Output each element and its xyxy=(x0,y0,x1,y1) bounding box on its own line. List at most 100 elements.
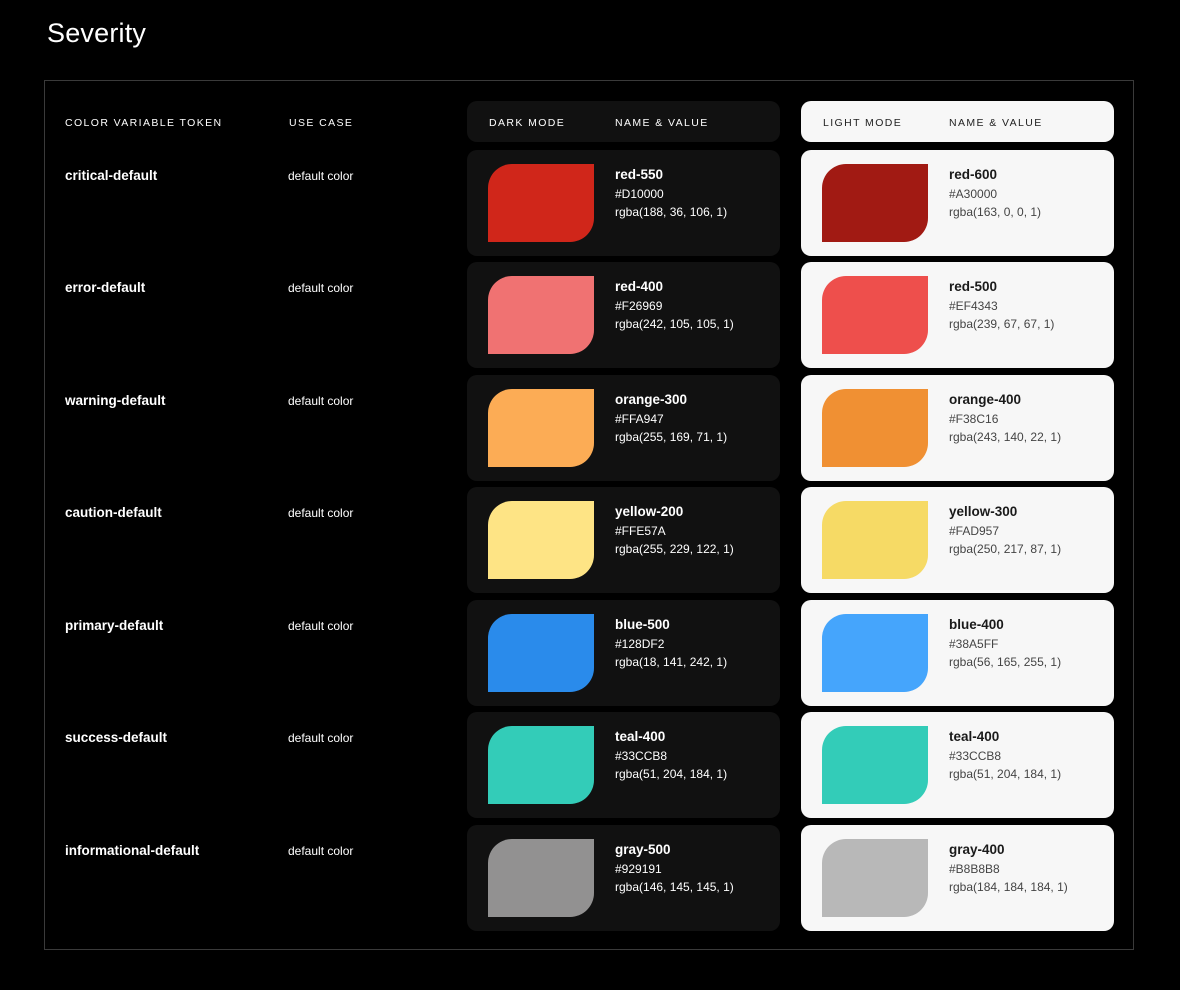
light-mode-card: teal-400 #33CCB8 rgba(51, 204, 184, 1) xyxy=(801,712,1114,818)
token-name: primary-default xyxy=(65,618,164,633)
light-color-hex: #33CCB8 xyxy=(949,749,1002,763)
dark-color-rgba: rgba(255, 229, 122, 1) xyxy=(615,542,734,556)
dark-mode-card: gray-500 #929191 rgba(146, 145, 145, 1) xyxy=(467,825,780,931)
light-color-rgba: rgba(250, 217, 87, 1) xyxy=(949,542,1062,556)
header-dark-name-value: NAME & VALUE xyxy=(615,117,709,129)
light-mode-card: gray-400 #B8B8B8 rgba(184, 184, 184, 1) xyxy=(801,825,1114,931)
light-color-swatch xyxy=(822,839,928,917)
dark-color-hex: #FFA947 xyxy=(615,412,664,426)
severity-table: COLOR VARIABLE TOKEN USE CASE DARK MODE … xyxy=(44,80,1134,950)
table-row: informational-default default color gray… xyxy=(45,825,1133,931)
light-color-hex: #EF4343 xyxy=(949,299,998,313)
dark-mode-card: red-550 #D10000 rgba(188, 36, 106, 1) xyxy=(467,150,780,256)
header-light-name-value: NAME & VALUE xyxy=(949,117,1043,129)
dark-mode-card: teal-400 #33CCB8 rgba(51, 204, 184, 1) xyxy=(467,712,780,818)
token-name: informational-default xyxy=(65,843,200,858)
light-mode-card: yellow-300 #FAD957 rgba(250, 217, 87, 1) xyxy=(801,487,1114,593)
dark-color-rgba: rgba(146, 145, 145, 1) xyxy=(615,880,734,894)
use-case: default color xyxy=(288,394,354,408)
dark-color-hex: #128DF2 xyxy=(615,637,665,651)
light-color-swatch xyxy=(822,501,928,579)
token-name: warning-default xyxy=(65,393,166,408)
dark-color-name: gray-500 xyxy=(615,842,671,857)
light-color-name: red-600 xyxy=(949,167,998,182)
light-color-swatch xyxy=(822,614,928,692)
light-color-hex: #FAD957 xyxy=(949,524,1000,538)
dark-color-swatch xyxy=(488,389,594,467)
dark-color-hex: #D10000 xyxy=(615,187,664,201)
light-color-hex: #A30000 xyxy=(949,187,998,201)
light-color-name: yellow-300 xyxy=(949,504,1018,519)
use-case: default color xyxy=(288,844,354,858)
light-mode-header: LIGHT MODE NAME & VALUE xyxy=(801,101,1114,142)
light-color-swatch xyxy=(822,276,928,354)
table-row: warning-default default color orange-300… xyxy=(45,375,1133,481)
use-case: default color xyxy=(288,169,354,183)
dark-color-name: red-550 xyxy=(615,167,664,182)
header-light-mode: LIGHT MODE xyxy=(823,117,903,129)
light-color-name: orange-400 xyxy=(949,392,1022,407)
dark-mode-card: red-400 #F26969 rgba(242, 105, 105, 1) xyxy=(467,262,780,368)
dark-color-hex: #33CCB8 xyxy=(615,749,668,763)
table-row: error-default default color red-400 #F26… xyxy=(45,262,1133,368)
light-mode-card: blue-400 #38A5FF rgba(56, 165, 255, 1) xyxy=(801,600,1114,706)
token-name: caution-default xyxy=(65,505,162,520)
dark-color-rgba: rgba(51, 204, 184, 1) xyxy=(615,767,728,781)
dark-mode-card: blue-500 #128DF2 rgba(18, 141, 242, 1) xyxy=(467,600,780,706)
light-color-rgba: rgba(239, 67, 67, 1) xyxy=(949,317,1055,331)
table-row: caution-default default color yellow-200… xyxy=(45,487,1133,593)
header-token: COLOR VARIABLE TOKEN xyxy=(65,117,223,129)
dark-color-name: orange-300 xyxy=(615,392,688,407)
dark-color-swatch xyxy=(488,164,594,242)
dark-color-name: yellow-200 xyxy=(615,504,684,519)
dark-mode-card: yellow-200 #FFE57A rgba(255, 229, 122, 1… xyxy=(467,487,780,593)
light-color-rgba: rgba(243, 140, 22, 1) xyxy=(949,430,1062,444)
header-use-case: USE CASE xyxy=(289,117,354,129)
dark-color-name: blue-500 xyxy=(615,617,670,632)
light-color-rgba: rgba(56, 165, 255, 1) xyxy=(949,655,1062,669)
light-color-name: red-500 xyxy=(949,279,998,294)
token-name: success-default xyxy=(65,730,168,745)
dark-color-swatch xyxy=(488,501,594,579)
use-case: default color xyxy=(288,281,354,295)
light-color-hex: #38A5FF xyxy=(949,637,999,651)
light-mode-card: red-600 #A30000 rgba(163, 0, 0, 1) xyxy=(801,150,1114,256)
table-row: primary-default default color blue-500 #… xyxy=(45,600,1133,706)
dark-color-name: teal-400 xyxy=(615,729,666,744)
dark-color-hex: #FFE57A xyxy=(615,524,666,538)
dark-color-swatch xyxy=(488,839,594,917)
light-mode-card: red-500 #EF4343 rgba(239, 67, 67, 1) xyxy=(801,262,1114,368)
dark-mode-card: orange-300 #FFA947 rgba(255, 169, 71, 1) xyxy=(467,375,780,481)
light-color-swatch xyxy=(822,726,928,804)
use-case: default color xyxy=(288,731,354,745)
dark-color-rgba: rgba(18, 141, 242, 1) xyxy=(615,655,728,669)
light-color-swatch xyxy=(822,164,928,242)
page-title: Severity xyxy=(47,18,147,48)
light-color-rgba: rgba(51, 204, 184, 1) xyxy=(949,767,1062,781)
light-color-swatch xyxy=(822,389,928,467)
light-color-name: blue-400 xyxy=(949,617,1004,632)
dark-color-rgba: rgba(255, 169, 71, 1) xyxy=(615,430,728,444)
dark-color-swatch xyxy=(488,614,594,692)
token-name: error-default xyxy=(65,280,146,295)
dark-color-swatch xyxy=(488,726,594,804)
light-color-rgba: rgba(184, 184, 184, 1) xyxy=(949,880,1068,894)
table-row: success-default default color teal-400 #… xyxy=(45,712,1133,818)
dark-color-hex: #929191 xyxy=(615,862,662,876)
use-case: default color xyxy=(288,506,354,520)
light-color-rgba: rgba(163, 0, 0, 1) xyxy=(949,205,1042,219)
light-color-name: gray-400 xyxy=(949,842,1005,857)
dark-color-swatch xyxy=(488,276,594,354)
dark-color-name: red-400 xyxy=(615,279,664,294)
header-dark-mode: DARK MODE xyxy=(489,117,566,129)
light-color-hex: #F38C16 xyxy=(949,412,999,426)
use-case: default color xyxy=(288,619,354,633)
dark-color-hex: #F26969 xyxy=(615,299,663,313)
light-color-hex: #B8B8B8 xyxy=(949,862,1000,876)
dark-mode-header: DARK MODE NAME & VALUE xyxy=(467,101,780,142)
token-name: critical-default xyxy=(65,168,158,183)
light-color-name: teal-400 xyxy=(949,729,1000,744)
dark-color-rgba: rgba(188, 36, 106, 1) xyxy=(615,205,728,219)
table-row: critical-default default color red-550 #… xyxy=(45,150,1133,256)
light-mode-card: orange-400 #F38C16 rgba(243, 140, 22, 1) xyxy=(801,375,1114,481)
